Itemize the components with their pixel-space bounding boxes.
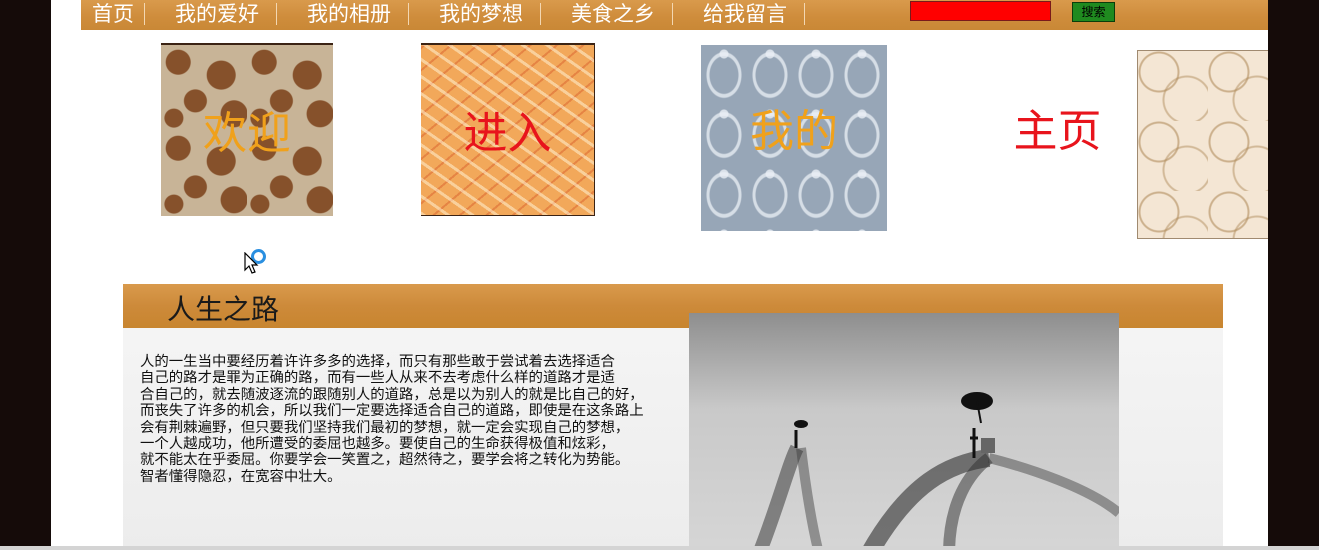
tile-enter[interactable]: 进入 bbox=[421, 43, 595, 216]
section-body: 人的一生当中要经历着许许多多的选择，而只有那些敢于尝试着去选择适合 自己的路才是… bbox=[140, 354, 692, 485]
body-line: 一个人越成功，他所遭受的委屈也越多。要使自己的生命获得极值和炫彩， bbox=[140, 436, 615, 453]
tile-homepage[interactable]: 主页 bbox=[951, 43, 1164, 216]
tile-welcome[interactable]: 欢迎 bbox=[161, 43, 333, 216]
body-line: 就不能太在乎委屈。你要学会一笑置之，超然待之，要学会将之转化为势能。 bbox=[140, 452, 630, 469]
bottom-scroll-edge bbox=[0, 546, 1319, 550]
nav-separator bbox=[276, 3, 277, 25]
page: 首页 我的爱好 我的相册 我的梦想 美食之乡 给我留言 搜索 欢迎 进入 我的 … bbox=[51, 0, 1268, 550]
mouse-cursor-icon bbox=[244, 252, 259, 274]
body-line: 智者懂得隐忍，在宽容中壮大。 bbox=[140, 468, 342, 485]
body-line: 而丧失了许多的机会，所以我们一定要选择适合自己的道路，即使是在这条路上 bbox=[140, 403, 644, 420]
nav-item-dreams[interactable]: 我的梦想 bbox=[439, 0, 523, 30]
tile-my-text: 我的 bbox=[750, 106, 838, 157]
body-line: 自己的路才是罪为正确的路，而有一些人从来不去考虑什么样的道路才是适 bbox=[140, 370, 615, 387]
body-line: 人的一生当中要经历着许许多多的选择，而只有那些敢于尝试着去选择适合 bbox=[140, 354, 615, 370]
road-umbrella-illustration bbox=[689, 313, 1119, 550]
tile-enter-text: 进入 bbox=[463, 108, 552, 159]
body-line: 合自己的，就去随波逐流的跟随别人的道路，总是以为别人的就是比自己的好， bbox=[140, 386, 644, 403]
decorative-pattern-image bbox=[1137, 50, 1268, 239]
nav-item-food[interactable]: 美食之乡 bbox=[571, 0, 655, 30]
nav-item-message[interactable]: 给我留言 bbox=[703, 0, 787, 30]
road-umbrella-photo bbox=[689, 313, 1119, 550]
section-title: 人生之路 bbox=[167, 293, 280, 326]
top-nav: 首页 我的爱好 我的相册 我的梦想 美食之乡 给我留言 搜索 bbox=[81, 0, 1268, 30]
nav-separator bbox=[540, 3, 541, 25]
search-input[interactable] bbox=[910, 1, 1051, 21]
life-path-section: 人生之路 人的一生当中要经历着许许多多的选择，而只有那些敢于尝试着去选择适合 自… bbox=[123, 284, 1223, 550]
nav-item-hobbies[interactable]: 我的爱好 bbox=[175, 0, 259, 30]
nav-separator bbox=[672, 3, 673, 25]
nav-item-album[interactable]: 我的相册 bbox=[307, 0, 391, 30]
nav-separator bbox=[804, 3, 805, 25]
nav-separator bbox=[408, 3, 409, 25]
search-button[interactable]: 搜索 bbox=[1072, 2, 1115, 22]
tile-my[interactable]: 我的 bbox=[701, 45, 887, 231]
nav-item-home[interactable]: 首页 bbox=[92, 0, 134, 30]
tile-homepage-text: 主页 bbox=[1013, 106, 1102, 157]
body-line: 会有荆棘遍野，但只要我们坚持我们最初的梦想，就一定会实现自己的梦想， bbox=[140, 419, 630, 436]
nav-separator bbox=[144, 3, 145, 25]
tile-welcome-text: 欢迎 bbox=[203, 108, 291, 159]
